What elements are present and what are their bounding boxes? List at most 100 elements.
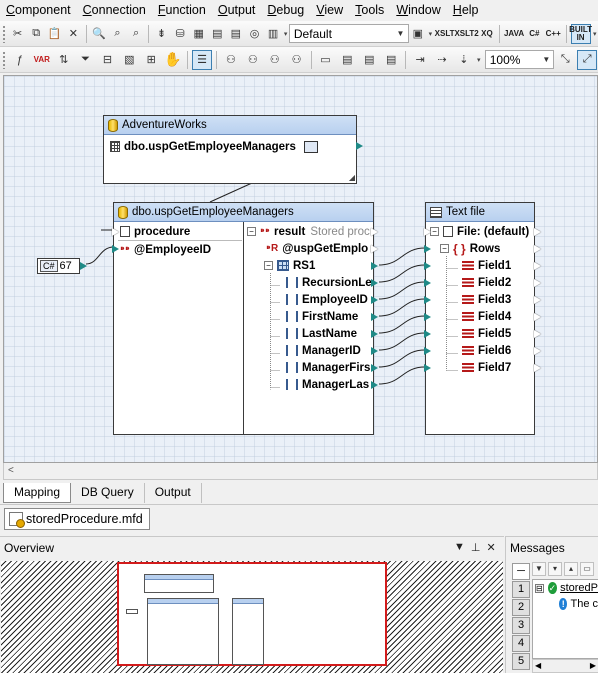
tab-output[interactable]: Output [145,483,202,503]
messages-tab-main[interactable]: ─ [512,563,530,580]
field-input-connector[interactable] [424,330,431,338]
connection-line[interactable] [378,264,426,283]
field-output-connector[interactable] [534,364,541,372]
toolbar-overflow-icon[interactable]: ▾ [475,50,483,70]
panel-menu-icon[interactable]: ▼ [454,541,465,554]
zoom-combo[interactable]: 100% ▼ [484,50,555,69]
field-input-connector[interactable] [424,296,431,304]
rows-input-connector[interactable] [424,245,431,253]
step-over-icon[interactable]: ⇢ [432,50,452,70]
field-output-connector[interactable] [534,347,541,355]
column-output-connector[interactable] [371,279,378,287]
employee-id-param[interactable]: ⁍⁍ @EmployeeID [120,241,211,258]
toolbar-overflow-icon[interactable]: ▾ [427,24,433,44]
paste-icon[interactable]: 📋 [46,24,63,44]
connection-all-icon[interactable]: ⚇ [287,50,307,70]
messages-horizontal-scrollbar[interactable]: ◀ ▶ [532,659,598,673]
copy-message-icon[interactable]: ▭ [580,562,594,576]
result-param-node[interactable]: ⁍R @uspGetEmplo [266,240,368,257]
insert-webservice-icon[interactable]: ◎ [246,24,263,44]
file-root-node[interactable]: − File: (default) [430,223,529,240]
insert-edi-icon[interactable]: ▤ [209,24,226,44]
adventureworks-component[interactable]: AdventureWorks dbo.uspGetEmployeeManager… [103,115,363,184]
insert-json-icon[interactable]: ▥ [265,24,282,44]
value-map-icon[interactable]: ▧ [119,50,139,70]
procedure-input-connector[interactable] [112,228,119,236]
connection-line[interactable] [378,247,426,266]
field-item[interactable]: Field4 [462,308,511,325]
validate-icon[interactable]: ▣ [410,24,427,44]
messages-tab-2[interactable]: 2 [512,599,530,616]
overview-viewport[interactable] [117,562,387,666]
step-into-icon[interactable]: ⇣ [454,50,474,70]
field-input-connector[interactable] [424,347,431,355]
result-output-connector[interactable] [371,228,378,236]
connection-line[interactable] [378,366,426,385]
delete-icon[interactable]: ✕ [65,24,82,44]
column-manager-last[interactable]: ManagerLas [286,376,369,393]
menu-view[interactable]: View [310,1,349,19]
builtin-button[interactable]: BUILT IN [569,23,592,44]
mapping-canvas[interactable]: AdventureWorks dbo.uspGetEmployeeManager… [3,75,598,463]
procedure-input-root[interactable]: procedure [120,223,190,240]
column-employee-id[interactable]: EmployeeID [286,291,368,308]
stored-procedure-header[interactable]: dbo.uspGetEmployeeManagers [114,203,373,222]
messages-tab-5[interactable]: 5 [512,653,530,670]
field-input-connector[interactable] [424,262,431,270]
field-item[interactable]: Field6 [462,342,511,359]
insert-excel-icon[interactable]: ▦ [190,24,207,44]
messages-tab-1[interactable]: 1 [512,581,530,598]
column-output-connector[interactable] [371,330,378,338]
column-output-connector[interactable] [371,364,378,372]
field-output-connector[interactable] [534,330,541,338]
find-next-icon[interactable]: ⌕ [109,24,126,44]
constant-value[interactable]: 67 [60,260,72,272]
menu-connection[interactable]: Connection [77,1,152,19]
field-item[interactable]: Field5 [462,325,511,342]
lang-xslt2-button[interactable]: XSLT2 [454,24,478,44]
file-output-connector[interactable] [534,228,541,236]
close-icon[interactable]: ✕ [486,541,495,554]
connection-line[interactable] [378,298,426,317]
align-grid-icon[interactable]: ☰ [192,49,212,70]
message-row[interactable]: ! The c [533,596,598,612]
if-else-icon[interactable]: ⊞ [141,50,161,70]
field-output-connector[interactable] [534,262,541,270]
lang-java-button[interactable]: JAVA [504,24,524,44]
collapse-icon[interactable]: ⊟ [535,583,544,593]
canvas-horizontal-scrollbar[interactable]: < [3,463,598,480]
column-output-connector[interactable] [371,347,378,355]
toolbar-grip[interactable] [2,50,6,69]
field-item[interactable]: Field2 [462,274,511,291]
tab-db-query[interactable]: DB Query [71,483,145,503]
lang-csharp-button[interactable]: C# [526,24,543,44]
connection-target-icon[interactable]: ⚇ [221,50,241,70]
file-input-connector[interactable] [424,228,431,236]
field-input-connector[interactable] [424,364,431,372]
column-last-name[interactable]: LastName [286,325,357,342]
sql-where-icon[interactable]: ⊟ [98,50,118,70]
field-item[interactable]: Field1 [462,257,511,274]
scroll-right-icon[interactable]: ▶ [590,660,596,672]
previous-message-icon[interactable]: ▴ [564,562,578,576]
field-output-connector[interactable] [534,279,541,287]
annotations-icon[interactable]: ▤ [359,50,379,70]
lang-xslt-button[interactable]: XSLT [435,24,455,44]
menu-help[interactable]: Help [447,1,485,19]
column-recursion-level[interactable]: RecursionLe [286,274,372,291]
messages-tab-4[interactable]: 4 [512,635,530,652]
resize-grip-icon[interactable]: ◢ [349,173,355,182]
exception-icon[interactable]: ✋ [163,50,183,70]
connection-line[interactable] [85,246,115,265]
field-input-connector[interactable] [424,313,431,321]
field-input-connector[interactable] [424,279,431,287]
connection-source-icon[interactable]: ⚇ [243,50,263,70]
collapse-icon[interactable]: − [247,227,256,236]
zoom-fit-icon[interactable]: ⤡ [555,50,575,70]
menu-tools[interactable]: Tools [349,1,390,19]
messages-tab-3[interactable]: 3 [512,617,530,634]
collapse-icon[interactable]: − [430,227,439,236]
filter-icon[interactable]: ▼ [532,562,546,576]
constant-component[interactable]: C# 67 [37,258,87,274]
text-file-component[interactable]: Text file − File: (default) − { } Rows F… [424,202,541,435]
